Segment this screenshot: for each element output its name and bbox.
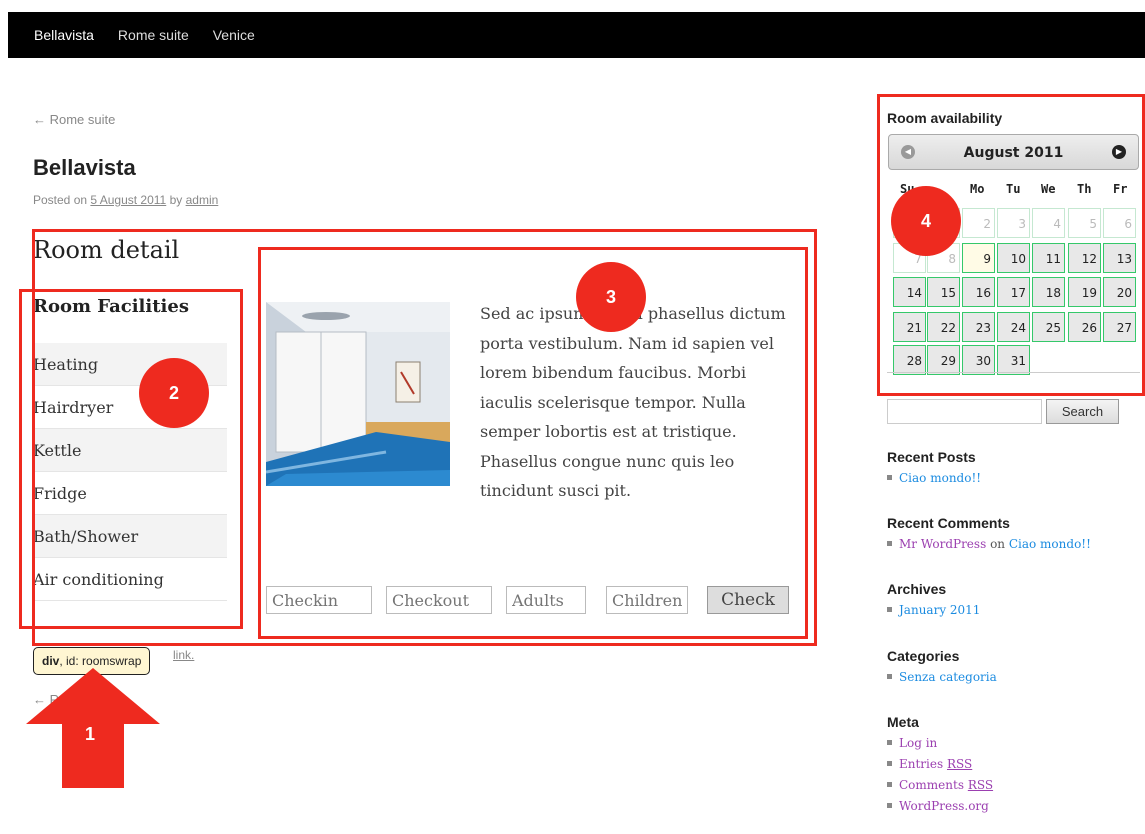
calendar-day: 3	[997, 208, 1030, 238]
category-link[interactable]: Senza categoria	[899, 670, 997, 684]
post-meta: Posted on 5 August 2011 by admin	[33, 193, 218, 207]
calendar-day[interactable]: 16	[962, 277, 995, 307]
comments-label: Comments	[899, 778, 964, 792]
annotation-badge-3: 3	[576, 262, 646, 332]
log-in-link[interactable]: Log in	[899, 736, 937, 750]
partial-link[interactable]: link.	[173, 648, 194, 662]
weekday-label: Fr	[1113, 182, 1128, 196]
annotation-box-facilities	[19, 289, 243, 629]
widget-title: Archives	[887, 581, 947, 597]
calendar-day[interactable]: 12	[1068, 243, 1101, 273]
meta-widget: Meta Log in Entries RSS Comments RSS Wor…	[887, 714, 1142, 817]
calendar-day[interactable]: 21	[893, 312, 926, 342]
weekday-label: Mo	[970, 182, 985, 196]
calendar-day[interactable]: 10	[997, 243, 1030, 273]
calendar-day[interactable]: 18	[1032, 277, 1065, 307]
rss-abbr: RSS	[967, 778, 994, 792]
posted-by: by	[169, 193, 183, 207]
author-link[interactable]: admin	[186, 193, 219, 207]
list-item: Ciao mondo!!	[887, 468, 1142, 489]
calendar-day: 5	[1068, 208, 1101, 238]
post-date-link[interactable]: 5 August 2011	[90, 193, 166, 207]
calendar-day[interactable]: 29	[927, 345, 960, 375]
widget-title: Recent Comments	[887, 515, 1010, 531]
recent-posts-widget: Recent Posts Ciao mondo!!	[887, 449, 1142, 489]
calendar-day[interactable]: 23	[962, 312, 995, 342]
wordpress-org-link[interactable]: WordPress.org	[899, 799, 989, 813]
comments-rss-link[interactable]: Comments RSS	[899, 778, 993, 792]
widget-title: Recent Posts	[887, 449, 976, 465]
tooltip-tag: div	[42, 654, 60, 668]
tooltip-id: , id: roomswrap	[59, 654, 142, 668]
entries-rss-link[interactable]: Entries RSS	[899, 757, 972, 771]
posted-prefix: Posted on	[33, 193, 88, 207]
archive-link[interactable]: January 2011	[899, 603, 980, 617]
list-item: Entries RSS	[887, 754, 1142, 775]
weekday-label: We	[1041, 182, 1056, 196]
search-button[interactable]: Search	[1046, 399, 1119, 424]
list-item: WordPress.org	[887, 796, 1142, 817]
calendar-day[interactable]: 14	[893, 277, 926, 307]
recent-post-link[interactable]: Ciao mondo!!	[899, 471, 981, 485]
search-input[interactable]	[887, 399, 1042, 424]
list-item: Comments RSS	[887, 775, 1142, 796]
calendar-day[interactable]: 15	[927, 277, 960, 307]
comment-post-link[interactable]: Ciao mondo!!	[1009, 537, 1091, 551]
list-item: Log in	[887, 733, 1142, 754]
next-month-icon[interactable]: ▶	[1112, 145, 1126, 159]
calendar-day[interactable]: 27	[1103, 312, 1136, 342]
calendar-day[interactable]: 25	[1032, 312, 1065, 342]
list-item: January 2011	[887, 600, 1142, 621]
calendar-day[interactable]: 24	[997, 312, 1030, 342]
annotation-arrow-1: 1	[26, 668, 160, 788]
categories-widget: Categories Senza categoria	[887, 648, 1142, 688]
previous-post-link[interactable]: ← Rome suite	[33, 112, 115, 127]
comment-on: on	[990, 537, 1006, 551]
top-nav: Bellavista Rome suite Venice	[8, 12, 1145, 58]
calendar-day[interactable]: 26	[1068, 312, 1101, 342]
calendar-day[interactable]: 30	[962, 345, 995, 375]
annotation-box-content	[258, 247, 808, 639]
list-item: Senza categoria	[887, 667, 1142, 688]
calendar-header: ◀ August 2011 ▶	[888, 134, 1139, 170]
rss-abbr: RSS	[946, 757, 973, 771]
calendar-day[interactable]: 28	[893, 345, 926, 375]
calendar-day[interactable]: 17	[997, 277, 1030, 307]
calendar-day[interactable]: 31	[997, 345, 1030, 375]
availability-title: Room availability	[887, 110, 1003, 126]
widget-title: Categories	[887, 648, 960, 664]
comment-author-link[interactable]: Mr WordPress	[899, 537, 986, 551]
calendar-month: August 2011	[963, 145, 1064, 161]
post-title: Bellavista	[33, 155, 136, 180]
calendar-day: 2	[962, 208, 995, 238]
calendar-day: 6	[1103, 208, 1136, 238]
calendar-day[interactable]: 9	[962, 243, 995, 273]
calendar-day[interactable]: 22	[927, 312, 960, 342]
widget-title: Meta	[887, 714, 919, 730]
calendar-day: 4	[1032, 208, 1065, 238]
weekday-label: Tu	[1006, 182, 1021, 196]
calendar-day[interactable]: 13	[1103, 243, 1136, 273]
calendar-divider	[887, 372, 1140, 377]
annotation-label-1: 1	[85, 724, 95, 744]
calendar-day[interactable]: 19	[1068, 277, 1101, 307]
nav-bellavista[interactable]: Bellavista	[34, 27, 94, 43]
annotation-badge-4: 4	[891, 186, 961, 256]
weekday-label: Th	[1077, 182, 1092, 196]
calendar-day[interactable]: 11	[1032, 243, 1065, 273]
archives-widget: Archives January 2011	[887, 581, 1142, 621]
entries-label: Entries	[899, 757, 944, 771]
annotation-badge-2: 2	[139, 358, 209, 428]
list-item: Mr WordPress on Ciao mondo!!	[887, 534, 1142, 555]
nav-venice[interactable]: Venice	[213, 27, 255, 43]
recent-comments-widget: Recent Comments Mr WordPress on Ciao mon…	[887, 515, 1142, 555]
calendar-day[interactable]: 20	[1103, 277, 1136, 307]
nav-rome-suite[interactable]: Rome suite	[118, 27, 189, 43]
